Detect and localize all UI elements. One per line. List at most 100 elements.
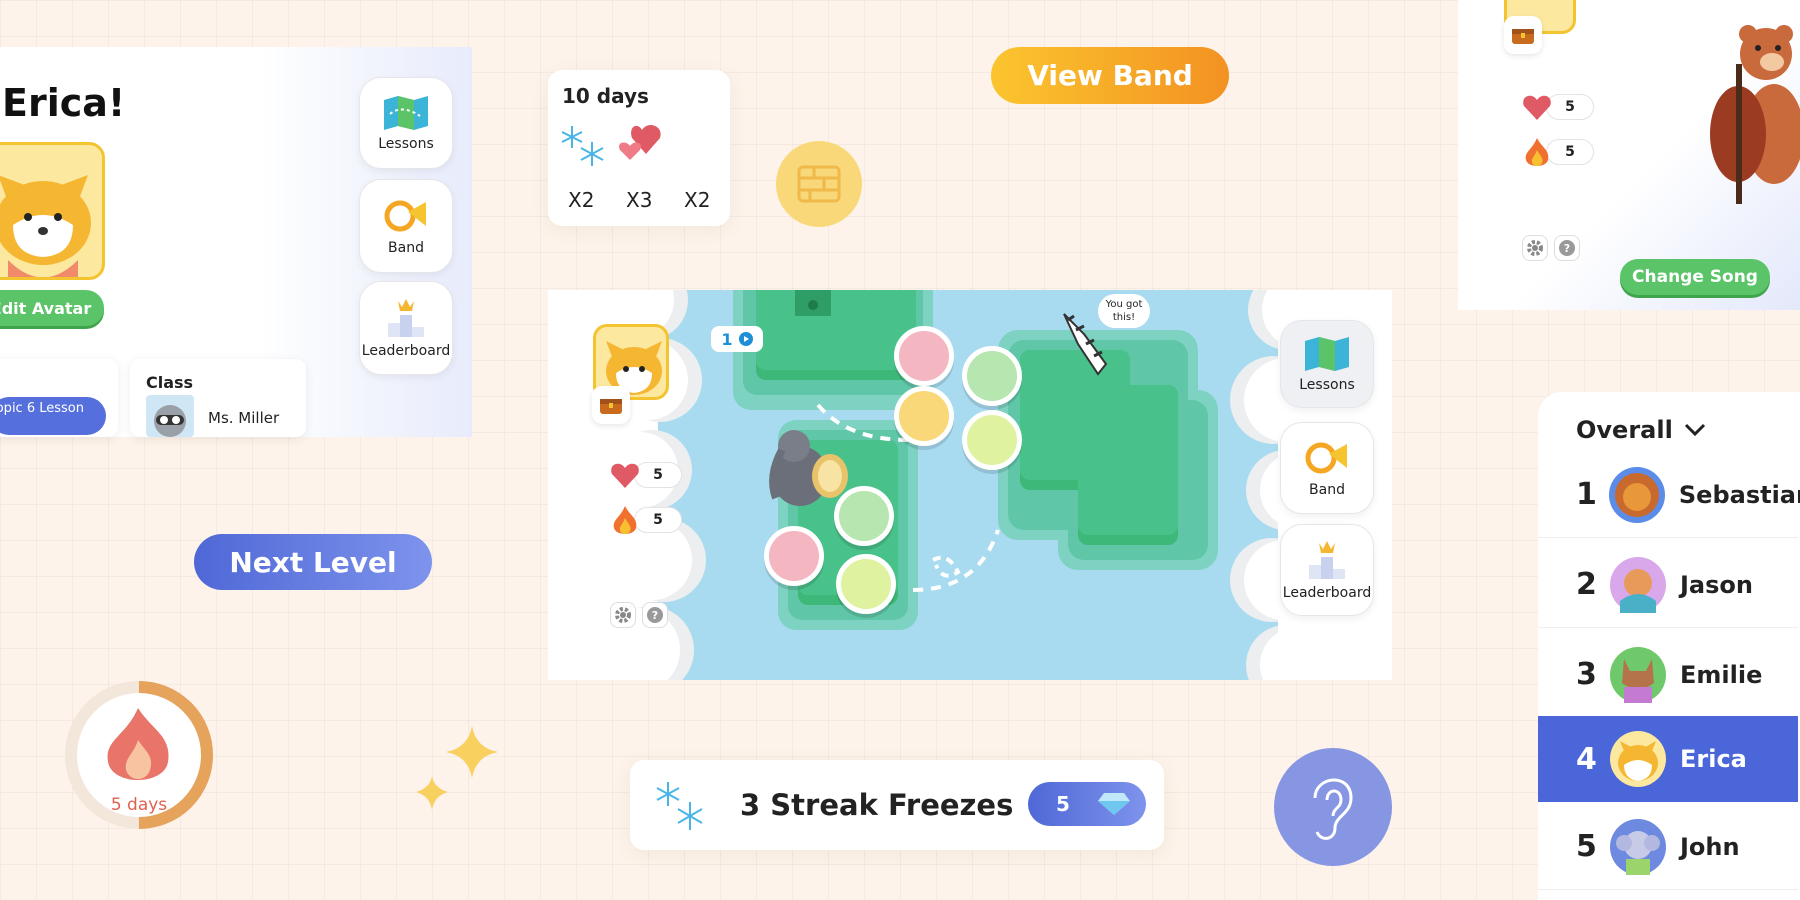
- band-panel: 5 5 ? Change Song: [1458, 0, 1800, 310]
- lesson-node-clap-1[interactable]: [894, 326, 954, 386]
- map-hearts: 5: [610, 462, 682, 488]
- band-streak-value: 5: [1546, 139, 1594, 165]
- help-icon: ?: [647, 607, 663, 623]
- avatar: [1610, 731, 1666, 787]
- sparkle-icon: [416, 726, 498, 810]
- elephant-icon: [1616, 830, 1660, 875]
- map-nav-leaderboard[interactable]: Leaderboard: [1280, 524, 1374, 616]
- heart-icon: [619, 124, 661, 160]
- edit-avatar-button[interactable]: Edit Avatar: [0, 290, 104, 326]
- streak-freeze-card: 3 Streak Freezes 5: [630, 760, 1164, 850]
- multiplier-2: X3: [626, 188, 653, 212]
- trophy-podium-icon: [388, 299, 424, 337]
- nav-leaderboard[interactable]: Leaderboard: [359, 281, 453, 375]
- nav-leaderboard-label: Leaderboard: [361, 343, 451, 359]
- band-help-button[interactable]: ?: [1554, 235, 1580, 261]
- rank: 2: [1576, 567, 1597, 602]
- bear-cellist-icon: [1710, 25, 1800, 204]
- map-nav-lessons[interactable]: Lessons: [1280, 320, 1374, 408]
- gear-icon: [1527, 240, 1543, 256]
- avatar: [1610, 646, 1666, 703]
- lesson-chip[interactable]: Topic 6 Lesson 1: [0, 397, 106, 435]
- leaderboard-panel: Overall 1 Sebastian 2 Jason 3 Emilie 4 E…: [1538, 392, 1800, 900]
- rank: 3: [1576, 657, 1597, 692]
- freeze-cost: 5: [1056, 792, 1070, 816]
- class-heading: Class: [146, 373, 194, 392]
- leaderboard-row[interactable]: 5 John: [1538, 804, 1798, 890]
- avatar: [1608, 466, 1665, 523]
- name: Erica: [1680, 745, 1747, 773]
- snowflake-icon: [561, 126, 604, 166]
- change-song-button[interactable]: Change Song: [1620, 259, 1770, 295]
- rank: 1: [1576, 477, 1597, 512]
- next-level-button[interactable]: Next Level: [194, 534, 432, 590]
- rank: 4: [1576, 741, 1597, 777]
- flame-icon: [107, 708, 169, 780]
- class-card: Class Ms. Miller: [130, 359, 306, 437]
- leaderboard-row[interactable]: 1 Sebastian: [1538, 452, 1800, 538]
- diamond-icon: [1097, 793, 1130, 815]
- corgi-avatar-icon: [1618, 741, 1658, 781]
- leaderboard-row-highlighted[interactable]: 4 Erica: [1538, 716, 1798, 802]
- map-streak: 5: [610, 504, 682, 536]
- french-horn-icon: [384, 200, 426, 232]
- ear-icon: [1313, 778, 1353, 840]
- band-streak: 5: [1522, 136, 1594, 168]
- nav-lessons[interactable]: Lessons: [359, 77, 453, 169]
- band-chest-button[interactable]: [1504, 16, 1542, 54]
- french-horn-icon: [1305, 442, 1347, 474]
- monkey-icon: [1620, 568, 1656, 613]
- lesson-card: Topic 6 Lesson 1: [0, 359, 118, 437]
- lesson-node-rhythm-1[interactable]: [962, 346, 1022, 406]
- teacher-avatar: [146, 395, 194, 437]
- avatar: [0, 142, 105, 280]
- brick-badge: [776, 141, 862, 227]
- leaderboard-row[interactable]: 3 Emilie: [1538, 632, 1798, 718]
- view-band-button[interactable]: View Band: [991, 47, 1229, 104]
- band-settings-button[interactable]: [1522, 235, 1548, 261]
- map-nav-lessons-label: Lessons: [1299, 377, 1355, 393]
- map-nav-band[interactable]: Band: [1280, 422, 1374, 514]
- play-icon: [738, 332, 753, 346]
- profile-panel: Erica! Edit Avatar Topic 6 Lesson 1 Clas…: [0, 47, 472, 437]
- streak-freeze-label: 3 Streak Freezes: [740, 788, 1014, 822]
- nav-band[interactable]: Band: [359, 179, 453, 273]
- name: Sebastian: [1678, 480, 1800, 509]
- map-streak-value: 5: [634, 507, 682, 533]
- name: Emilie: [1680, 660, 1763, 689]
- lesson-node-clef-1[interactable]: [962, 410, 1022, 470]
- chest-button[interactable]: [592, 386, 630, 424]
- chevron-down-icon: [1684, 423, 1705, 437]
- map-screen: You got this! 1 5 5 ? Lessons Band Leade…: [548, 290, 1392, 680]
- lesson-progress-badge[interactable]: 1: [711, 326, 763, 352]
- streak-days-title: 10 days: [562, 84, 649, 108]
- raccoon-icon: [154, 405, 186, 437]
- leaderboard-row[interactable]: 2 Jason: [1538, 542, 1798, 628]
- map-nav-leaderboard-label: Leaderboard: [1282, 585, 1372, 601]
- multiplier-1: X2: [568, 188, 595, 212]
- chest-icon: [1512, 29, 1534, 44]
- lesson-node-brick[interactable]: [894, 386, 954, 446]
- corgi-avatar-icon: [0, 175, 91, 277]
- settings-button[interactable]: [610, 602, 636, 628]
- buy-freeze-button[interactable]: 5: [1028, 782, 1146, 826]
- lesson-node-clap-2[interactable]: [764, 526, 824, 586]
- lesson-progress-value: 1: [721, 329, 733, 349]
- brick-icon: [797, 165, 841, 203]
- chest-icon: [600, 399, 622, 414]
- leaderboard-filter[interactable]: Overall: [1576, 416, 1707, 444]
- snowflake-icon: [656, 782, 703, 830]
- listen-button[interactable]: [1274, 748, 1392, 866]
- heart-icon: [611, 463, 639, 488]
- nav-lessons-label: Lessons: [378, 136, 434, 152]
- speech-bubble: You got this!: [1098, 294, 1150, 328]
- name: John: [1680, 832, 1740, 861]
- avatar: [1610, 556, 1666, 613]
- help-button[interactable]: ?: [642, 602, 668, 628]
- lesson-node-clef-2[interactable]: [836, 554, 896, 614]
- map-icon: [384, 96, 428, 130]
- map-nav-band-label: Band: [1309, 482, 1345, 498]
- svg-text:?: ?: [1564, 242, 1570, 255]
- help-icon: ?: [1559, 240, 1575, 256]
- cat-icon: [1622, 658, 1654, 703]
